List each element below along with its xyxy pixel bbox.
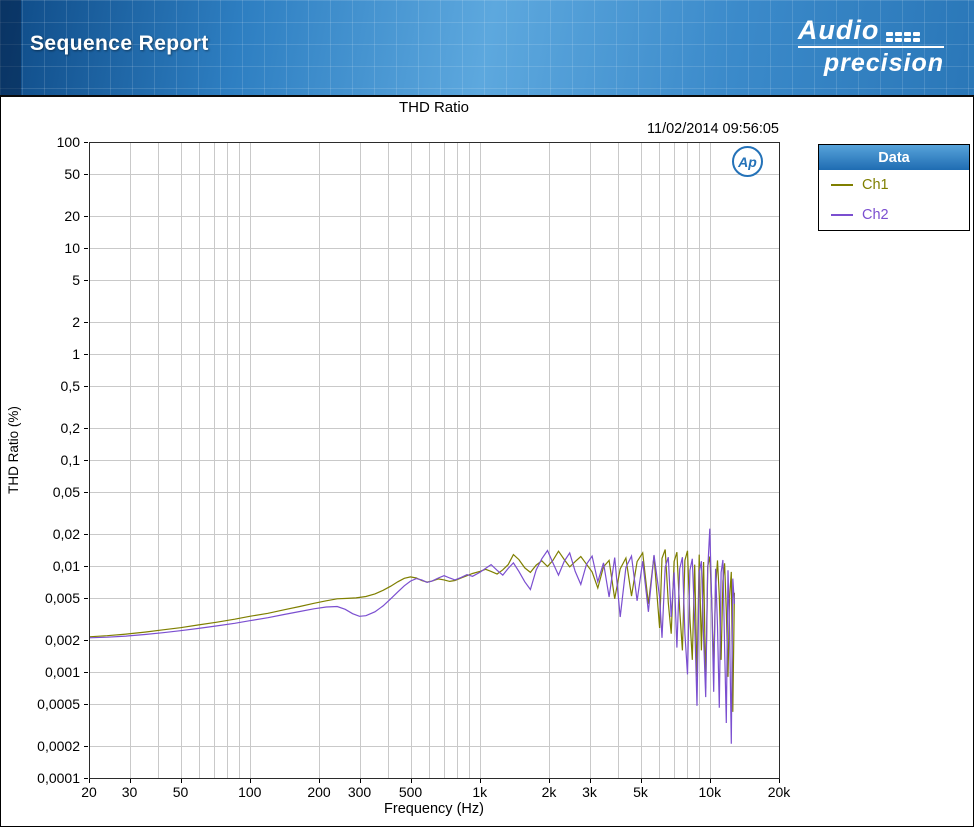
y-tick-label: 0,2 bbox=[61, 420, 81, 436]
report-header-title: Sequence Report bbox=[30, 32, 209, 56]
y-tick-label: 1 bbox=[72, 346, 80, 362]
y-tick-label: 10 bbox=[64, 240, 80, 256]
legend-label: Ch2 bbox=[862, 207, 889, 223]
chart-timestamp: 11/02/2014 09:56:05 bbox=[89, 121, 779, 137]
x-tick-label: 2k bbox=[542, 784, 558, 800]
x-tick-label: 200 bbox=[307, 784, 331, 800]
legend-swatch-ch1 bbox=[831, 184, 853, 186]
y-axis-label: THD Ratio (%) bbox=[6, 375, 22, 525]
x-tick-label: 100 bbox=[238, 784, 262, 800]
x-tick-label: 300 bbox=[348, 784, 372, 800]
chart-title: THD Ratio bbox=[89, 99, 779, 116]
audio-precision-logo: Audio precision bbox=[798, 17, 944, 78]
logo-word-audio: Audio bbox=[798, 17, 879, 44]
y-tick-label: 2 bbox=[72, 314, 80, 330]
sequence-report-window: { "header": { "title": "Sequence Report"… bbox=[0, 0, 974, 827]
legend-swatch-ch2 bbox=[831, 214, 853, 216]
y-tick-label: 0,0005 bbox=[37, 696, 80, 712]
x-tick-labels: 20 30 50 100 200 300 500 1k 2k 3k 5k 10k 20k bbox=[81, 784, 791, 800]
header-banner: Sequence Report Audio precision bbox=[0, 0, 974, 97]
y-tick-label: 0,02 bbox=[53, 526, 80, 542]
logo-word-precision: precision bbox=[798, 48, 944, 78]
y-tick-label: 100 bbox=[57, 134, 81, 150]
y-tick-label: 20 bbox=[64, 208, 80, 224]
y-tick-label: 0,01 bbox=[53, 558, 80, 574]
report-area: 2030501002003005001k2k3k5k10k20k10050201… bbox=[0, 97, 974, 827]
x-tick-label: 3k bbox=[582, 784, 598, 800]
y-tick-label: 5 bbox=[72, 272, 80, 288]
ap-logo-icon: Ap bbox=[732, 146, 763, 177]
x-tick-label: 1k bbox=[472, 784, 488, 800]
x-axis-label: Frequency (Hz) bbox=[89, 801, 779, 817]
logo-top-row: Audio bbox=[798, 17, 944, 48]
legend-body: Ch1 Ch2 bbox=[819, 170, 969, 230]
legend-label: Ch1 bbox=[862, 177, 889, 193]
y-tick-label: 0,5 bbox=[61, 378, 81, 394]
legend-item-ch2[interactable]: Ch2 bbox=[819, 200, 969, 230]
y-tick-label: 0,0001 bbox=[37, 770, 80, 786]
y-tick-label: 0,005 bbox=[45, 590, 80, 606]
y-tick-label: 50 bbox=[64, 166, 80, 182]
y-tick-label: 0,1 bbox=[61, 452, 81, 468]
y-tick-label: 0,05 bbox=[53, 484, 80, 500]
legend-title: Data bbox=[819, 145, 969, 170]
y-gridlines bbox=[89, 175, 779, 747]
y-tick-labels: 100 50 20 10 5 2 1 0,5 0,2 0,1 0,05 0,02 0,01 0,005 0,… bbox=[37, 134, 80, 786]
y-tick-label: 0,001 bbox=[45, 664, 80, 680]
y-tick-label: 0,002 bbox=[45, 632, 80, 648]
x-tick-label: 30 bbox=[122, 784, 138, 800]
legend-item-ch1[interactable]: Ch1 bbox=[819, 170, 969, 200]
x-tick-label: 20k bbox=[768, 784, 792, 800]
x-tick-label: 20 bbox=[81, 784, 97, 800]
header-left-strip bbox=[0, 0, 21, 95]
axis-ticks bbox=[84, 143, 780, 784]
x-tick-label: 5k bbox=[633, 784, 649, 800]
x-tick-label: 500 bbox=[399, 784, 423, 800]
x-tick-label: 50 bbox=[173, 784, 189, 800]
legend-panel: Data Ch1 Ch2 bbox=[818, 144, 970, 231]
logo-bars-icon bbox=[886, 32, 920, 42]
x-tick-label: 10k bbox=[699, 784, 723, 800]
y-tick-label: 0,0002 bbox=[37, 738, 80, 754]
